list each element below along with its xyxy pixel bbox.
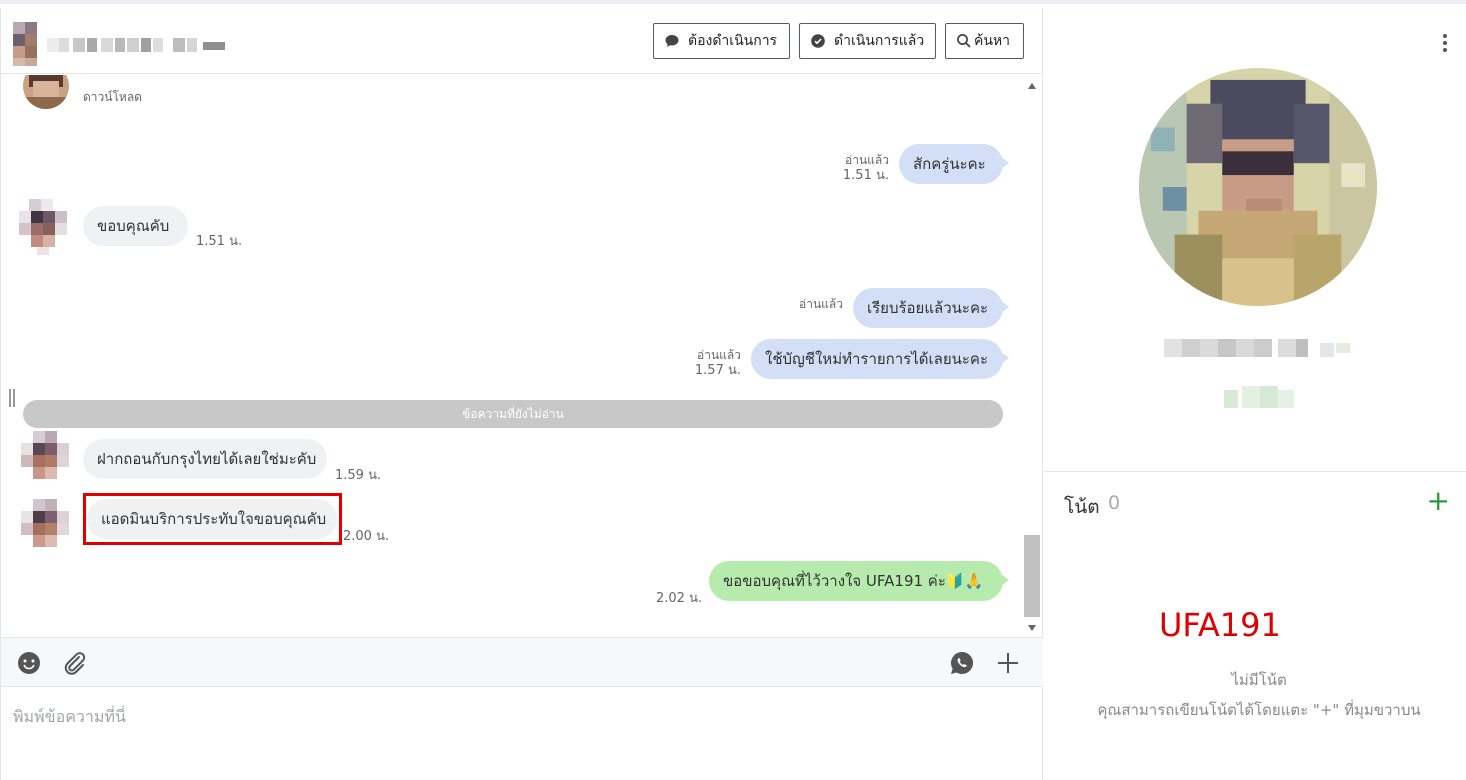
read-status: อ่านแล้ว — [697, 348, 741, 362]
scroll-down-icon[interactable] — [1028, 625, 1036, 631]
scroll-thumb[interactable] — [1024, 535, 1040, 617]
bubble-tail — [1001, 157, 1009, 169]
scrollbar[interactable] — [1023, 79, 1041, 635]
sender-label: ดาวน์โหลด — [83, 90, 142, 104]
divider — [1044, 471, 1466, 472]
contact-name-redacted — [13, 22, 248, 66]
sender-avatar[interactable] — [19, 431, 75, 485]
notes-count: 0 — [1108, 492, 1121, 514]
check-circle-icon — [810, 33, 826, 49]
sender-avatar[interactable] — [19, 199, 69, 255]
done-button[interactable]: ดำเนินการแล้ว — [799, 23, 936, 59]
sender-avatar[interactable] — [23, 75, 69, 109]
search-button[interactable]: ค้นหา — [945, 23, 1024, 59]
composer-toolbar — [1, 637, 1043, 687]
bubble-tail — [1001, 574, 1009, 586]
done-button-label: ดำเนินการแล้ว — [834, 33, 925, 49]
emoji-icon[interactable] — [16, 650, 42, 676]
search-button-label: ค้นหา — [974, 33, 1011, 49]
message-time: 2.02 น. — [656, 591, 703, 606]
message-input[interactable] — [13, 701, 1013, 731]
bubble-tail — [1001, 301, 1009, 313]
message-text: ขอบคุณคับ — [97, 217, 170, 235]
app-window: ต้องดำเนินการ ดำเนินการแล้ว ค้นหา ดาวน์โ… — [0, 0, 1466, 780]
scroll-up-icon[interactable] — [1028, 83, 1036, 89]
message-bubble-outgoing[interactable]: เรียบร้อยแล้วนะคะ — [853, 288, 1003, 328]
message-text: ขอขอบคุณที่ไว้วางใจ UFA191 ค่ะ🔰🙏 — [723, 572, 984, 590]
highlight-box — [83, 493, 342, 545]
chat-panel: ต้องดำเนินการ ดำเนินการแล้ว ค้นหา ดาวน์โ… — [0, 8, 1043, 780]
more-vertical-icon[interactable] — [1442, 34, 1448, 52]
brand-watermark: UFA191 — [1159, 606, 1281, 644]
pending-button-label: ต้องดำเนินการ — [688, 33, 778, 49]
message-time: 1.57 น. — [694, 363, 741, 378]
message-text: สักครู่นะคะ — [913, 155, 986, 173]
read-status: อ่านแล้ว — [799, 297, 843, 311]
profile-name-redacted — [1164, 335, 1354, 361]
resize-handle[interactable] — [9, 389, 15, 407]
notes-hint-text: คุณสามารถเขียนโน้ตได้โดยแตะ "+" ที่มุมขว… — [1097, 701, 1421, 719]
message-time: 1.51 น. — [196, 234, 243, 249]
message-time: 1.51 น. — [842, 168, 889, 183]
message-text: ฝากถอนกับกรุงไทยได้เลยใช่มะคับ — [97, 450, 317, 468]
bubble-tail — [1001, 352, 1009, 364]
chat-bubble-icon — [664, 33, 680, 49]
paperclip-icon[interactable] — [61, 650, 87, 676]
add-note-button[interactable]: + — [1427, 486, 1450, 516]
notes-title: โน้ต — [1064, 496, 1100, 518]
message-list[interactable]: ดาวน์โหลด อ่านแล้ว 1.51 น. สักครู่นะคะ ข… — [1, 75, 1043, 637]
message-bubble-incoming[interactable]: ฝากถอนกับกรุงไทยได้เลยใช่มะคับ — [83, 439, 327, 479]
profile-status-redacted — [1224, 386, 1296, 408]
notes-empty-text: ไม่มีโน้ต — [1231, 671, 1287, 689]
plus-icon[interactable] — [995, 650, 1021, 676]
message-meta: อ่านแล้ว 1.51 น. — [821, 152, 889, 184]
message-bubble-outgoing[interactable]: ใช้บัญชีใหม่ทำรายการได้เลยนะคะ — [751, 339, 1003, 379]
whatsapp-icon[interactable] — [949, 650, 975, 676]
message-meta: อ่านแล้ว — [777, 296, 843, 312]
pending-button[interactable]: ต้องดำเนินการ — [653, 23, 790, 59]
chat-header: ต้องดำเนินการ ดำเนินการแล้ว ค้นหา — [1, 8, 1043, 74]
message-text: เรียบร้อยแล้วนะคะ — [867, 299, 989, 317]
profile-panel: โน้ต 0 + UFA191 ไม่มีโน้ต คุณสามารถเขียน… — [1044, 8, 1466, 780]
message-bubble-outgoing[interactable]: ขอขอบคุณที่ไว้วางใจ UFA191 ค่ะ🔰🙏 — [709, 561, 1003, 601]
profile-avatar[interactable] — [1139, 68, 1377, 306]
read-status: อ่านแล้ว — [845, 153, 889, 167]
message-bubble-outgoing[interactable]: สักครู่นะคะ — [899, 144, 1003, 184]
message-bubble-incoming[interactable]: ขอบคุณคับ — [83, 206, 188, 246]
message-text: ใช้บัญชีใหม่ทำรายการได้เลยนะคะ — [765, 350, 989, 368]
search-icon — [956, 33, 972, 49]
message-time: 2.00 น. — [343, 529, 390, 544]
message-meta: อ่านแล้ว 1.57 น. — [673, 347, 741, 379]
unread-divider: ข้อความที่ยังไม่อ่าน — [23, 400, 1003, 428]
sender-avatar[interactable] — [19, 499, 75, 553]
message-time: 1.59 น. — [335, 468, 382, 483]
